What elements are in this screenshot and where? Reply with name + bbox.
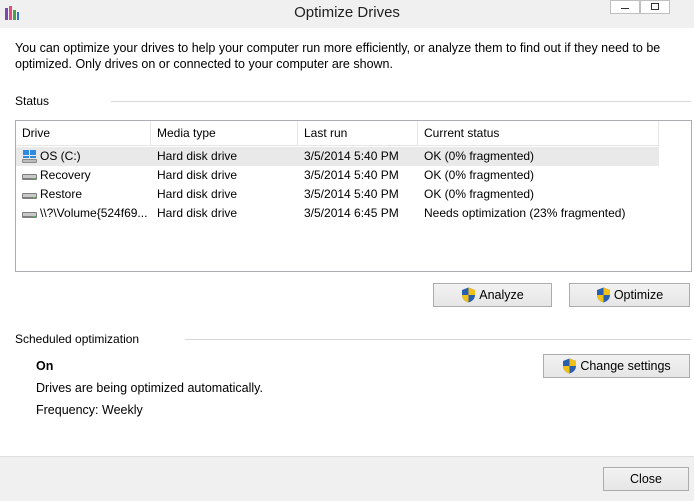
current-status: Needs optimization (23% fragmented) xyxy=(424,206,626,220)
schedule-state: On xyxy=(36,359,54,373)
last-run: 3/5/2014 5:40 PM xyxy=(304,168,399,182)
title-bar: Optimize Drives xyxy=(0,0,694,28)
drive-name: Recovery xyxy=(40,168,91,182)
drive-name: \\?\Volume{524f69... xyxy=(40,206,148,220)
media-type: Hard disk drive xyxy=(157,206,238,220)
media-type: Hard disk drive xyxy=(157,149,238,163)
windows-drive-icon xyxy=(22,150,37,163)
window-title: Optimize Drives xyxy=(294,4,400,21)
uac-shield-icon xyxy=(563,358,577,374)
maximize-icon xyxy=(651,3,659,10)
drive-icon xyxy=(22,174,37,180)
last-run: 3/5/2014 5:40 PM xyxy=(304,149,399,163)
drives-list-header: Drive Media type Last run Current status xyxy=(16,121,659,146)
column-header-drive[interactable]: Drive xyxy=(16,121,151,145)
uac-shield-icon xyxy=(596,287,610,303)
change-settings-label: Change settings xyxy=(580,359,671,373)
main-content: You can optimize your drives to help you… xyxy=(0,28,694,456)
analyze-button[interactable]: Analyze xyxy=(433,283,552,307)
drive-icon xyxy=(22,193,37,199)
intro-text: You can optimize your drives to help you… xyxy=(15,41,661,71)
minimize-icon xyxy=(621,8,629,9)
schedule-description: Drives are being optimized automatically… xyxy=(36,381,263,395)
media-type: Hard disk drive xyxy=(157,168,238,182)
last-run: 3/5/2014 5:40 PM xyxy=(304,187,399,201)
media-type: Hard disk drive xyxy=(157,187,238,201)
optimize-button[interactable]: Optimize xyxy=(569,283,690,307)
dialog-footer: Close xyxy=(0,456,694,501)
optimize-label: Optimize xyxy=(613,288,664,302)
current-status: OK (0% fragmented) xyxy=(424,168,535,182)
drive-name: OS (C:) xyxy=(40,149,81,163)
minimize-button[interactable] xyxy=(610,0,640,14)
column-header-last-run[interactable]: Last run xyxy=(298,121,418,145)
change-settings-button[interactable]: Change settings xyxy=(543,354,690,378)
drive-row[interactable]: Recovery Hard disk drive 3/5/2014 5:40 P… xyxy=(16,166,659,185)
drive-name: Restore xyxy=(40,187,83,201)
close-button[interactable]: Close xyxy=(603,467,689,491)
uac-shield-icon xyxy=(462,287,476,303)
schedule-frequency: Frequency: Weekly xyxy=(36,403,143,417)
last-run: 3/5/2014 6:45 PM xyxy=(304,206,399,220)
column-header-current-status[interactable]: Current status xyxy=(418,121,659,145)
drive-row[interactable]: Restore Hard disk drive 3/5/2014 5:40 PM… xyxy=(16,185,659,204)
drive-icon xyxy=(22,212,37,218)
status-divider xyxy=(111,101,691,102)
drives-list[interactable]: Drive Media type Last run Current status… xyxy=(15,120,692,272)
drive-row[interactable]: OS (C:) Hard disk drive 3/5/2014 5:40 PM… xyxy=(16,147,659,166)
status-section-label: Status xyxy=(15,94,50,108)
schedule-section-label: Scheduled optimization xyxy=(15,332,140,346)
schedule-divider xyxy=(185,339,691,340)
analyze-label: Analyze xyxy=(479,288,524,302)
drive-row[interactable]: \\?\Volume{524f69... Hard disk drive 3/5… xyxy=(16,204,659,223)
column-header-media-type[interactable]: Media type xyxy=(151,121,298,145)
maximize-button[interactable] xyxy=(640,0,670,14)
current-status: OK (0% fragmented) xyxy=(424,187,535,201)
current-status: OK (0% fragmented) xyxy=(424,149,535,163)
